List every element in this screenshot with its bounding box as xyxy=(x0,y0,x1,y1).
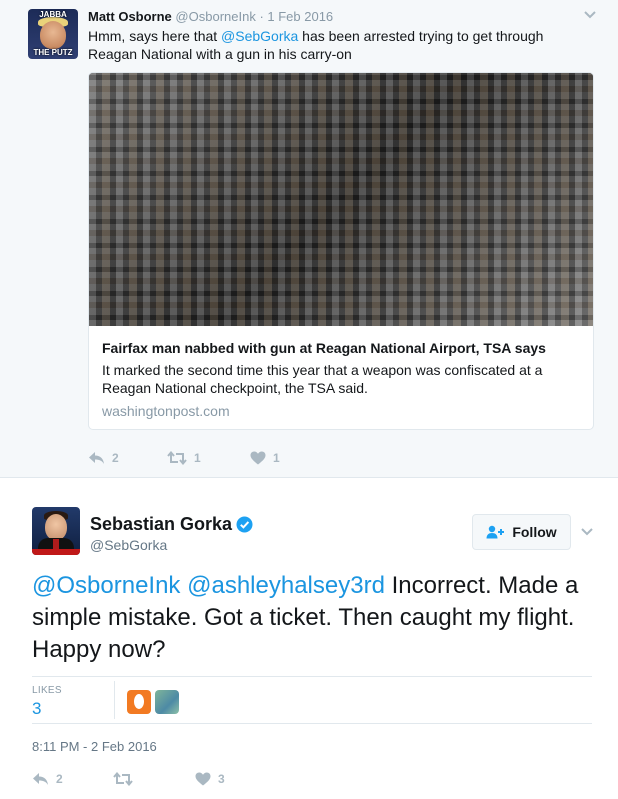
mention-link[interactable]: @OsborneInk xyxy=(32,572,180,599)
like-action[interactable]: 3 xyxy=(195,770,225,788)
likes-count[interactable]: 3 xyxy=(32,699,41,719)
chevron-down-icon[interactable] xyxy=(583,9,597,21)
heart-icon xyxy=(250,451,266,465)
likes-label[interactable]: LIKES xyxy=(32,685,62,696)
follow-person-icon xyxy=(486,525,505,539)
context-tweet-name[interactable]: Matt Osborne xyxy=(88,9,172,24)
follow-label: Follow xyxy=(512,524,557,540)
like-count: 1 xyxy=(273,451,280,465)
reply-count: 2 xyxy=(112,451,119,465)
liker-avatar[interactable] xyxy=(155,690,179,714)
avatar-face xyxy=(45,514,67,540)
like-count: 3 xyxy=(218,772,225,786)
retweet-icon xyxy=(167,451,187,465)
main-tweet-avatar[interactable] xyxy=(32,507,80,555)
retweet-action[interactable] xyxy=(113,770,140,788)
reply-icon xyxy=(33,773,48,785)
context-tweet-text: Hmm, says here that @SebGorka has been a… xyxy=(88,27,588,63)
card-image-guns-collage[interactable] xyxy=(89,73,593,326)
tweet-timestamp[interactable]: 8:11 PM - 2 Feb 2016 xyxy=(32,739,157,754)
main-tweet-name-row[interactable]: Sebastian Gorka xyxy=(90,514,253,535)
heart-icon xyxy=(195,772,211,786)
chevron-down-icon[interactable] xyxy=(580,526,594,538)
reply-action[interactable]: 2 xyxy=(32,770,63,788)
follow-button[interactable]: Follow xyxy=(472,514,571,550)
verified-icon xyxy=(236,516,253,533)
avatar-caption-top: JABBA xyxy=(39,10,67,19)
context-tweet-handle[interactable]: @OsborneInk xyxy=(175,9,255,24)
mention-link[interactable]: @ashleyhalsey3rd xyxy=(187,572,385,599)
tweet-stats: LIKES 3 xyxy=(32,676,592,724)
card-domain: washingtonpost.com xyxy=(102,403,230,419)
context-tweet-date[interactable]: 1 Feb 2016 xyxy=(267,9,333,24)
retweet-count: 1 xyxy=(194,451,201,465)
main-tweet-text: @OsborneInk @ashleyhalsey3rd Incorrect. … xyxy=(32,570,592,666)
link-card[interactable]: Fairfax man nabbed with gun at Reagan Na… xyxy=(88,72,594,430)
context-tweet-header: Matt Osborne @OsborneInk · 1 Feb 2016 xyxy=(88,9,333,24)
main-tweet-name[interactable]: Sebastian Gorka xyxy=(90,514,232,535)
context-tweet-avatar[interactable]: JABBA THE PUTZ xyxy=(28,9,78,59)
card-description: It marked the second time this year that… xyxy=(102,362,543,396)
retweet-icon xyxy=(113,772,133,786)
reply-count: 2 xyxy=(56,772,63,786)
reply-action[interactable]: 2 xyxy=(88,449,119,467)
tweet-text-before: Hmm, says here that xyxy=(88,28,222,44)
card-title[interactable]: Fairfax man nabbed with gun at Reagan Na… xyxy=(102,340,546,356)
mention-link[interactable]: @SebGorka xyxy=(221,28,298,44)
header-separator: · xyxy=(255,9,268,24)
stats-divider xyxy=(114,681,115,719)
avatar-banner xyxy=(32,549,80,555)
retweet-action[interactable]: 1 xyxy=(167,449,201,467)
avatar-caption-bottom: THE PUTZ xyxy=(33,48,73,57)
context-tweet[interactable]: JABBA THE PUTZ Matt Osborne @OsborneInk … xyxy=(0,0,618,478)
main-tweet-handle[interactable]: @SebGorka xyxy=(90,537,167,553)
reply-icon xyxy=(89,452,104,464)
like-action[interactable]: 1 xyxy=(250,449,280,467)
avatar-face xyxy=(40,21,66,49)
liker-avatar[interactable] xyxy=(127,690,151,714)
